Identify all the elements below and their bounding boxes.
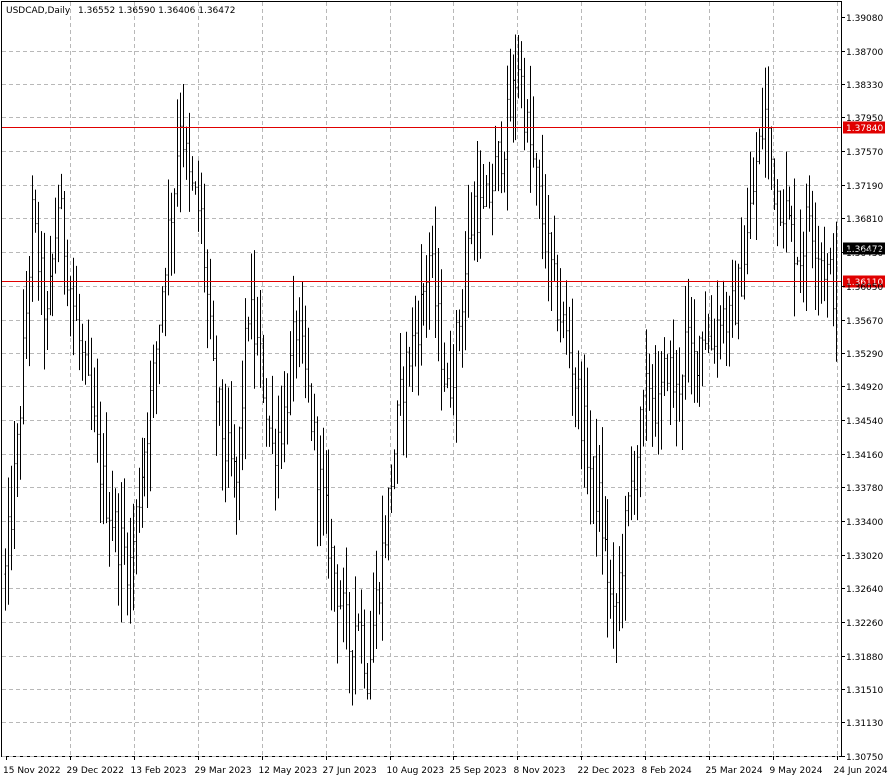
y-tick-label: 1.37190 xyxy=(846,182,883,192)
chart-ohlc-readout: 1.36552 1.36590 1.36406 1.36472 xyxy=(78,6,235,16)
x-tick-label: 13 Feb 2023 xyxy=(131,766,187,776)
chart-title: USDCAD,Daily xyxy=(6,6,71,16)
x-tick-label: 25 Mar 2024 xyxy=(706,766,763,776)
y-tick-label: 1.31510 xyxy=(846,686,883,696)
y-tick-label: 1.31130 xyxy=(846,719,883,729)
x-tick-label: 27 Jun 2023 xyxy=(323,766,377,776)
y-tick-label: 1.31880 xyxy=(846,653,883,663)
x-tick-label: 8 Nov 2023 xyxy=(514,766,566,776)
y-tick-label: 1.34920 xyxy=(846,383,883,393)
y-tick-label: 1.34540 xyxy=(846,417,883,427)
y-tick-label: 1.30750 xyxy=(846,753,883,763)
y-tick-label: 1.36810 xyxy=(846,215,883,225)
y-tick-label: 1.33780 xyxy=(846,484,883,494)
y-tick-label: 1.38700 xyxy=(846,48,883,58)
x-tick-label: 25 Sep 2023 xyxy=(450,766,507,776)
y-tick-label: 1.36430 xyxy=(846,249,883,259)
x-tick-label: 24 Jun 2024 xyxy=(834,766,888,776)
y-tick-label: 1.37950 xyxy=(846,114,883,124)
y-tick-label: 1.35670 xyxy=(846,317,883,327)
x-tick-label: 9 May 2024 xyxy=(770,766,823,776)
x-tick-label: 8 Feb 2024 xyxy=(642,766,693,776)
y-tick-label: 1.37570 xyxy=(846,148,883,158)
x-tick-label: 15 Nov 2022 xyxy=(3,766,61,776)
x-tick-label: 10 Aug 2023 xyxy=(387,766,445,776)
y-tick-label: 1.36050 xyxy=(846,283,883,293)
x-tick-label: 29 Mar 2023 xyxy=(195,766,252,776)
y-tick-label: 1.38330 xyxy=(846,81,883,91)
x-tick-label: 29 Dec 2022 xyxy=(67,766,125,776)
chart-plot-area xyxy=(1,1,842,757)
y-tick-label: 1.33020 xyxy=(846,552,883,562)
y-tick-label: 1.33400 xyxy=(846,518,883,528)
x-axis: 15 Nov 2022 29 Dec 2022 13 Feb 2023 29 Mar … xyxy=(3,756,888,776)
x-tick-label: 12 May 2023 xyxy=(259,766,318,776)
y-tick-label: 1.32640 xyxy=(846,585,883,595)
y-tick-label: 1.32260 xyxy=(846,619,883,629)
y-tick-label: 1.39080 xyxy=(846,14,883,24)
y-tick-label: 1.35290 xyxy=(846,350,883,360)
price-chart: 1.378401.361101.36472 1.390801.387001.38… xyxy=(1,1,888,776)
level-price-label: 1.37840 xyxy=(846,124,883,134)
x-tick-label: 22 Dec 2023 xyxy=(578,766,636,776)
y-tick-label: 1.34160 xyxy=(846,451,883,461)
